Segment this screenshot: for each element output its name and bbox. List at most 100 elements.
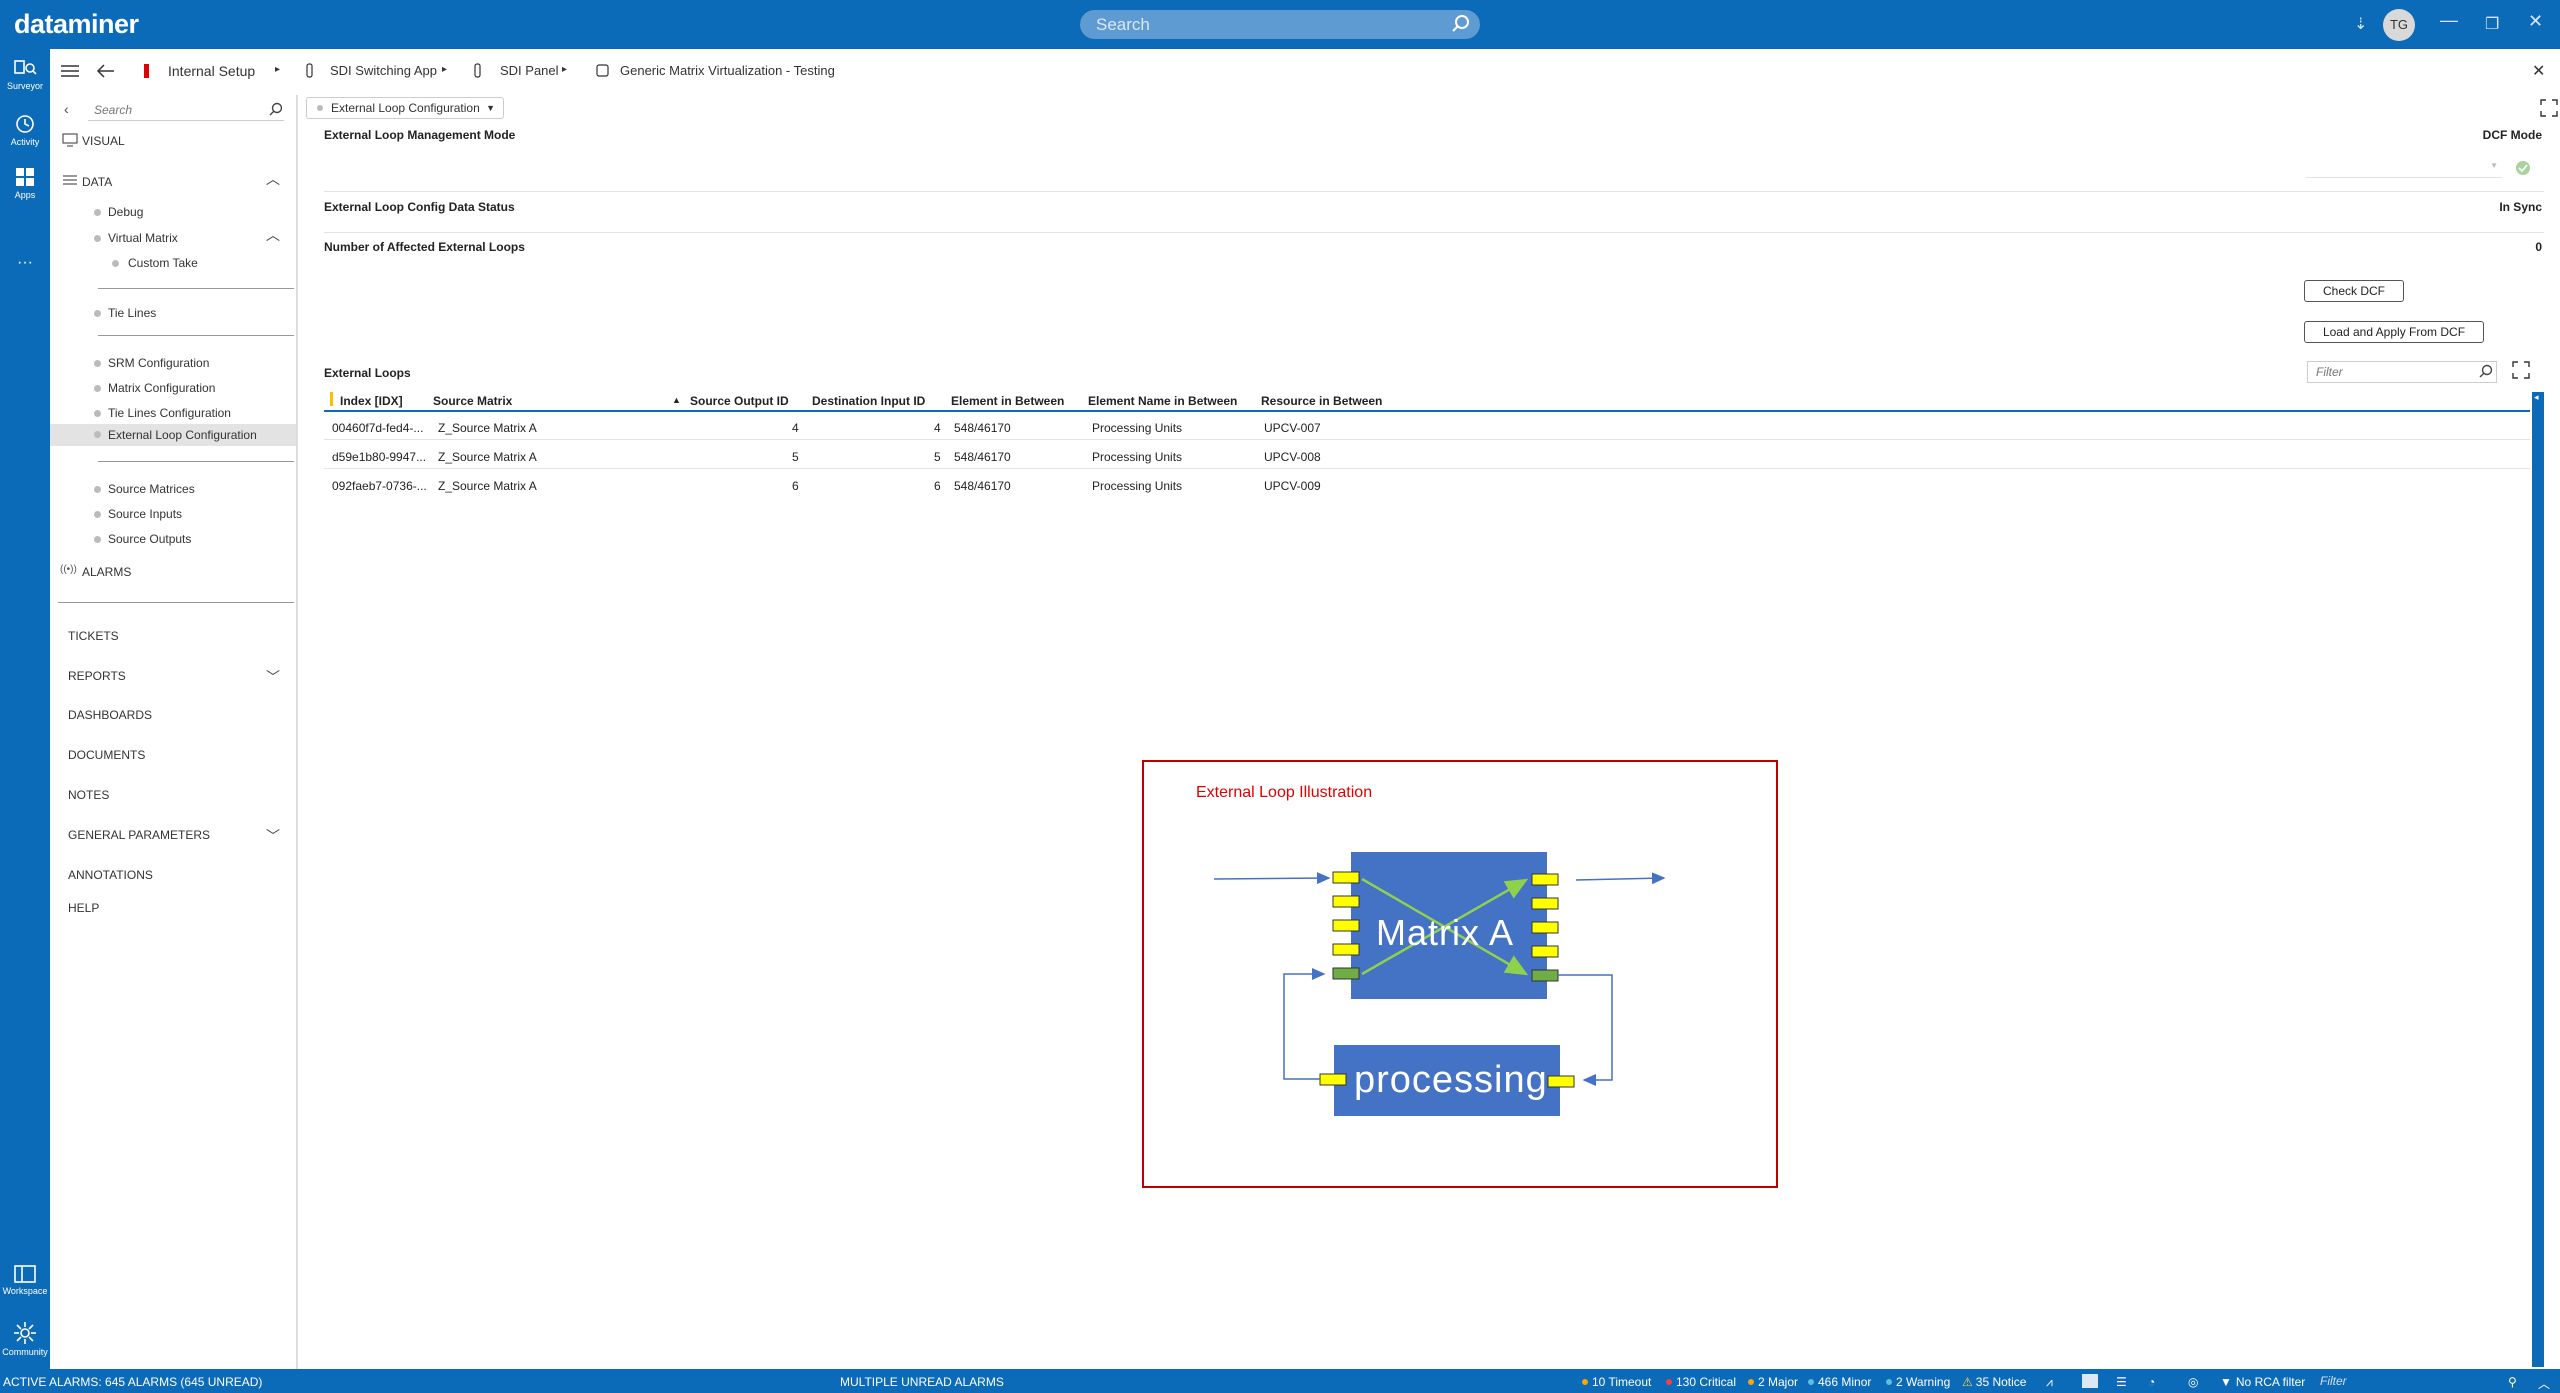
rca-filter-label: No RCA filter	[2235, 1375, 2306, 1389]
vertical-scrollbar[interactable]: ◂	[2532, 392, 2544, 1367]
table-filter-input[interactable]	[2307, 361, 2497, 383]
nav-item-external-loop-configuration[interactable]: External Loop Configuration	[50, 424, 296, 446]
active-alarms-summary[interactable]: ACTIVE ALARMS: 645 ALARMS (645 UNREAD)	[3, 1375, 262, 1389]
nav-item-source-outputs[interactable]: Source Outputs	[108, 532, 191, 546]
nav-notes[interactable]: NOTES	[68, 788, 109, 802]
mgmt-mode-dropdown[interactable]: ▼	[2306, 158, 2502, 178]
column-header-index[interactable]: Index [IDX]	[340, 394, 403, 408]
main-content: External Loop Configuration ▼ External L…	[300, 95, 2560, 1369]
column-header-element-name-in-between[interactable]: Element Name in Between	[1088, 394, 1237, 408]
minor-count[interactable]: 466 Minor	[1808, 1375, 1871, 1389]
nav-item-srm-configuration[interactable]: SRM Configuration	[108, 356, 209, 370]
nav-annotations[interactable]: ANNOTATIONS	[68, 868, 153, 882]
nav-item-custom-take[interactable]: Custom Take	[128, 256, 198, 270]
column-header-element-in-between[interactable]: Element in Between	[951, 394, 1064, 408]
search-icon[interactable]	[268, 101, 284, 117]
cell-source-matrix: Z_Source Matrix A	[438, 450, 537, 464]
nav-back-icon[interactable]: ‹	[64, 101, 69, 117]
close-window-icon[interactable]: ✕	[2528, 11, 2543, 32]
back-arrow-icon[interactable]	[96, 63, 116, 79]
rail-community[interactable]: Community	[0, 1321, 50, 1357]
status-dot-icon	[1808, 1379, 1814, 1385]
rail-workspace[interactable]: Workspace	[0, 1264, 50, 1296]
list-view-icon[interactable]	[2082, 1374, 2098, 1388]
affected-loops-value: 0	[2535, 240, 2542, 254]
hamburger-menu-icon[interactable]	[60, 63, 80, 79]
minimize-icon[interactable]: —	[2440, 10, 2458, 31]
chevron-up-icon[interactable]: ︿	[2538, 1375, 2550, 1392]
load-apply-dcf-button[interactable]: Load and Apply From DCF	[2304, 321, 2484, 343]
chevron-up-icon[interactable]: ︿	[266, 169, 280, 189]
page-selector[interactable]: External Loop Configuration ▼	[306, 97, 504, 119]
nav-item-tie-lines[interactable]: Tie Lines	[108, 306, 156, 320]
nav-tickets[interactable]: TICKETS	[68, 629, 119, 643]
app-logo[interactable]: dataminer	[14, 9, 139, 40]
restore-icon[interactable]: ❐	[2485, 14, 2499, 34]
column-header-destination-input-id[interactable]: Destination Input ID	[812, 394, 925, 408]
nav-item-debug[interactable]: Debug	[108, 205, 143, 219]
clock-icon[interactable]: ◔	[2148, 1375, 2155, 1389]
nav-help[interactable]: HELP	[68, 901, 99, 915]
notification-arrow-icon[interactable]: ⇣	[2354, 14, 2367, 34]
config-status-value: In Sync	[2499, 200, 2542, 214]
column-header-source-matrix[interactable]: Source Matrix	[433, 394, 512, 408]
nav-reports[interactable]: REPORTS	[68, 669, 126, 683]
critical-count[interactable]: 130 Critical	[1666, 1375, 1736, 1389]
multiple-unread-alarms[interactable]: MULTIPLE UNREAD ALARMS	[840, 1375, 1004, 1389]
close-card-icon[interactable]: ✕	[2532, 61, 2545, 81]
expand-icon[interactable]	[2512, 361, 2530, 379]
nav-item-source-inputs[interactable]: Source Inputs	[108, 507, 182, 521]
chevron-down-icon[interactable]: ﹀	[266, 826, 280, 846]
expand-icon[interactable]	[2540, 99, 2558, 117]
breadcrumb-generic-matrix[interactable]: Generic Matrix Virtualization - Testing	[620, 63, 835, 78]
nav-general-parameters[interactable]: GENERAL PARAMETERS	[68, 828, 210, 842]
chevron-up-icon[interactable]: ︿	[266, 225, 280, 245]
nav-dashboards[interactable]: DASHBOARDS	[68, 708, 152, 722]
rail-apps[interactable]: Apps	[0, 166, 50, 200]
nav-visual[interactable]: VISUAL	[82, 134, 125, 148]
user-avatar[interactable]: TG	[2383, 9, 2415, 41]
warning-count[interactable]: 2 Warning	[1886, 1375, 1950, 1389]
breadcrumb-sdi-switching-app[interactable]: SDI Switching App	[330, 63, 437, 78]
timeout-count[interactable]: 10 Timeout	[1582, 1375, 1651, 1389]
bullet-icon	[112, 260, 119, 267]
nav-data[interactable]: DATA	[82, 175, 112, 189]
nav-item-label: External Loop Configuration	[108, 428, 257, 442]
search-icon[interactable]	[1450, 13, 1472, 35]
check-dcf-button[interactable]: Check DCF	[2304, 280, 2404, 302]
chevron-down-icon[interactable]: ﹀	[266, 667, 280, 687]
sort-lines-icon[interactable]: ☰	[2116, 1375, 2127, 1389]
search-icon[interactable]	[2478, 363, 2494, 379]
nav-alarms[interactable]: ALARMS	[82, 565, 131, 579]
column-header-resource-in-between[interactable]: Resource in Between	[1261, 394, 1382, 408]
chart-icon[interactable]: ⩘	[2046, 1375, 2053, 1390]
rail-activity[interactable]: Activity	[0, 113, 50, 147]
breadcrumb-internal-setup[interactable]: Internal Setup	[168, 63, 255, 79]
nav-search-input[interactable]	[88, 99, 284, 121]
cell-element-in-between: 548/46170	[954, 479, 1011, 493]
nav-item-source-matrices[interactable]: Source Matrices	[108, 482, 195, 496]
chevron-right-icon: ▸	[275, 64, 281, 75]
global-search-input[interactable]	[1080, 10, 1480, 39]
breadcrumb-sdi-panel[interactable]: SDI Panel	[500, 63, 559, 78]
nav-documents[interactable]: DOCUMENTS	[68, 748, 145, 762]
nav-item-virtual-matrix[interactable]: Virtual Matrix	[108, 231, 178, 245]
major-count[interactable]: 2 Major	[1748, 1375, 1798, 1389]
side-nav: ‹ VISUAL DATA ︿ Debug Virtual Matrix ︿ C…	[50, 95, 298, 1369]
sort-ascending-icon[interactable]: ▲	[672, 395, 681, 405]
rca-filter[interactable]: ▼ No RCA filter	[2220, 1375, 2305, 1389]
confirm-check-icon[interactable]	[2514, 159, 2532, 177]
search-icon[interactable]: ⚲	[2508, 1375, 2517, 1389]
target-icon[interactable]: ◎	[2188, 1375, 2198, 1389]
more-icon[interactable]: ···	[0, 254, 50, 272]
divider	[98, 288, 294, 289]
chevron-left-icon[interactable]: ◂	[2534, 392, 2539, 403]
column-header-source-output-id[interactable]: Source Output ID	[690, 394, 789, 408]
rail-surveyor[interactable]: Surveyor	[0, 59, 50, 91]
notice-count[interactable]: ⚠ 35 Notice	[1962, 1375, 2026, 1389]
rail-surveyor-label: Surveyor	[6, 81, 43, 91]
status-filter-input[interactable]	[2320, 1372, 2520, 1390]
nav-item-tie-lines-configuration[interactable]: Tie Lines Configuration	[108, 406, 231, 420]
cell-source-output-id: 5	[792, 450, 799, 464]
nav-item-matrix-configuration[interactable]: Matrix Configuration	[108, 381, 215, 395]
